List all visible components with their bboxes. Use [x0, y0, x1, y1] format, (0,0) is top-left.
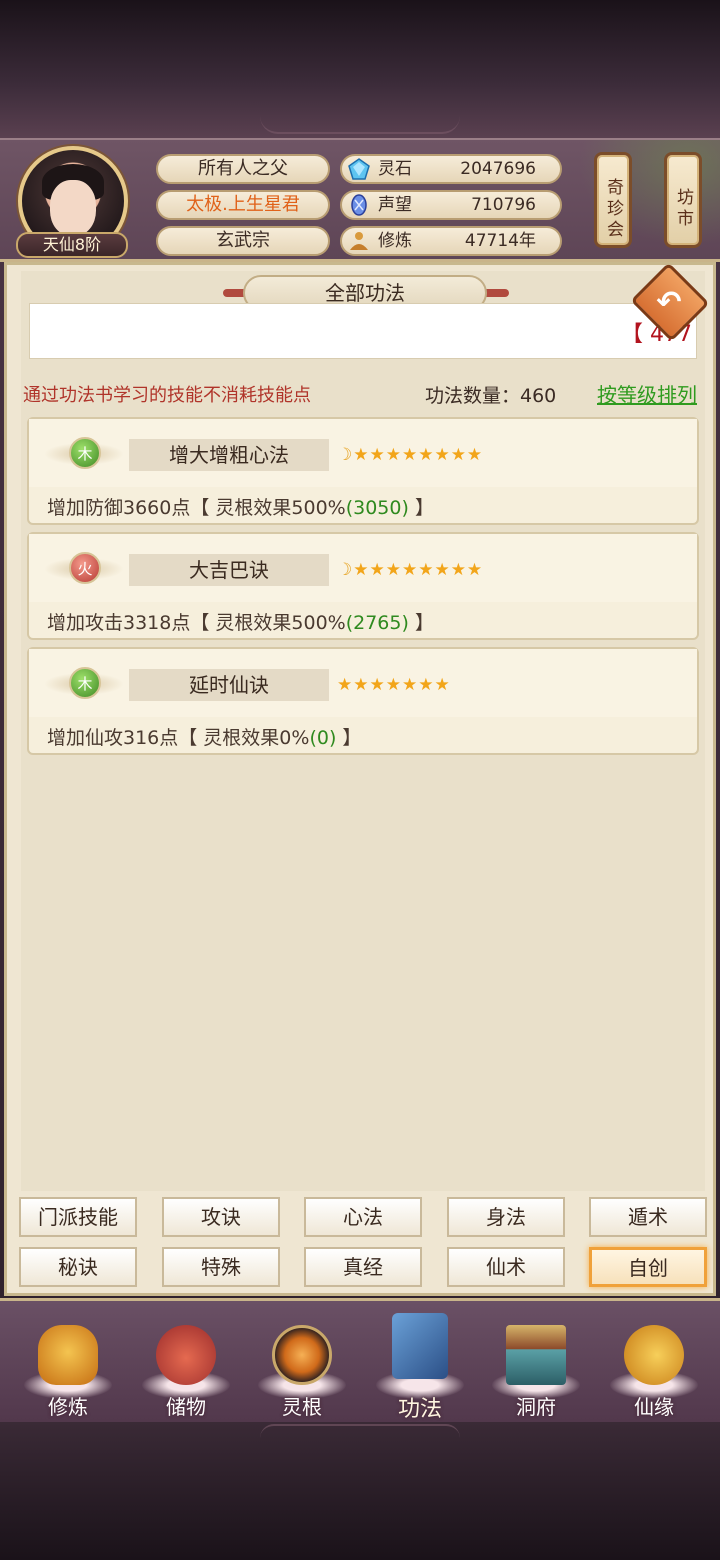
- skill-description: 增加防御3660点【 灵根效果500%(3050) 】: [47, 497, 434, 519]
- spirit-stone-icon: [348, 158, 370, 180]
- skill-description: 增加攻击3318点【 灵根效果500%(2765) 】: [47, 612, 434, 634]
- avatar-face: [50, 180, 96, 236]
- player-title: 所有人之父: [156, 154, 330, 184]
- skill-rating: ☽★★★★★★★★: [337, 445, 484, 465]
- skill-rating: ☽★★★★★★★★: [337, 560, 484, 580]
- nav-skills[interactable]: 功法: [372, 1307, 468, 1422]
- category-immortal-art[interactable]: 仙术: [447, 1247, 565, 1287]
- category-secret-formula[interactable]: 秘诀: [19, 1247, 137, 1287]
- category-attack-formula[interactable]: 攻诀: [162, 1197, 280, 1237]
- nav-spirit-root[interactable]: 灵根: [254, 1307, 350, 1419]
- element-wood-icon: 木: [45, 663, 125, 703]
- sort-by-level-link[interactable]: 按等级排列: [597, 379, 697, 408]
- top-ornament: [260, 116, 460, 134]
- player-header: 天仙8阶 所有人之父 太极.上生星君 玄武宗 灵石 2047696 声望 710…: [0, 138, 720, 262]
- moon-icon: ☽: [337, 560, 354, 580]
- element-wood-icon: 木: [45, 433, 125, 473]
- skill-name: 大吉巴诀: [129, 554, 329, 586]
- category-self-created[interactable]: 自创: [589, 1247, 707, 1287]
- skill-name: 延时仙诀: [129, 669, 329, 701]
- player-honor: 太极.上生星君: [156, 190, 330, 220]
- skill-card[interactable]: 木 延时仙诀 ★★★★★★★ 增加仙攻316点【 灵根效果0%(0) 】: [27, 647, 699, 755]
- bottom-ornament: [260, 1424, 460, 1438]
- category-body-method[interactable]: 身法: [447, 1197, 565, 1237]
- cave-mansion-icon: [506, 1325, 566, 1385]
- cultivation-icon: [350, 232, 368, 250]
- category-escape-art[interactable]: 遁术: [589, 1197, 707, 1237]
- back-arrow-icon: ↶: [656, 285, 682, 320]
- skill-card[interactable]: 木 增大增粗心法 ☽★★★★★★★★ 增加防御3660点【 灵根效果500%(3…: [27, 417, 699, 525]
- category-mind-method[interactable]: 心法: [304, 1197, 422, 1237]
- category-true-scripture[interactable]: 真经: [304, 1247, 422, 1287]
- category-special[interactable]: 特殊: [162, 1247, 280, 1287]
- rank-badge: 天仙8阶: [16, 232, 128, 258]
- bottom-nav: 修炼 储物 灵根 功法 洞府 仙缘: [0, 1298, 720, 1422]
- skill-hint: 通过功法书学习的技能不消耗技能点: [23, 385, 311, 406]
- resource-cultivation: 修炼 47714年: [340, 226, 562, 256]
- market-button[interactable]: 坊市: [664, 152, 702, 248]
- skill-name: 增大增粗心法: [129, 439, 329, 471]
- skill-count: 功法数量：460: [425, 385, 557, 407]
- resource-reputation: 声望 710796: [340, 190, 562, 220]
- reputation-icon: [351, 194, 367, 216]
- moon-icon: ☽: [337, 445, 354, 465]
- resource-spirit-stone: 灵石 2047696: [340, 154, 562, 184]
- element-fire-icon: 火: [45, 548, 125, 588]
- treasure-auction-button[interactable]: 奇珍会: [594, 152, 632, 248]
- meditating-monk-icon: [38, 1325, 98, 1385]
- spirit-root-icon: [272, 1325, 332, 1385]
- player-sect: 玄武宗: [156, 226, 330, 256]
- skills-panel: 全部功法 【 477 ↶ 通过功法书学习的技能不消耗技能点 功法数量：460 按…: [4, 262, 716, 1296]
- nav-cultivate[interactable]: 修炼: [20, 1307, 116, 1419]
- skill-rating: ★★★★★★★: [337, 675, 451, 695]
- skill-card[interactable]: 火 大吉巴诀 ☽★★★★★★★★ 增加攻击3318点【 灵根效果500%(276…: [27, 532, 699, 640]
- skill-book-icon: [392, 1313, 448, 1379]
- notice-box: 【 477: [29, 303, 697, 359]
- category-sect-skills[interactable]: 门派技能: [19, 1197, 137, 1237]
- nav-fate[interactable]: 仙缘: [606, 1307, 702, 1419]
- storage-bag-icon: [156, 1325, 216, 1385]
- gourd-icon: [624, 1325, 684, 1385]
- bottom-backdrop: [0, 1422, 720, 1560]
- nav-cave[interactable]: 洞府: [488, 1307, 584, 1419]
- nav-storage[interactable]: 储物: [138, 1307, 234, 1419]
- skill-description: 增加仙攻316点【 灵根效果0%(0) 】: [47, 727, 362, 749]
